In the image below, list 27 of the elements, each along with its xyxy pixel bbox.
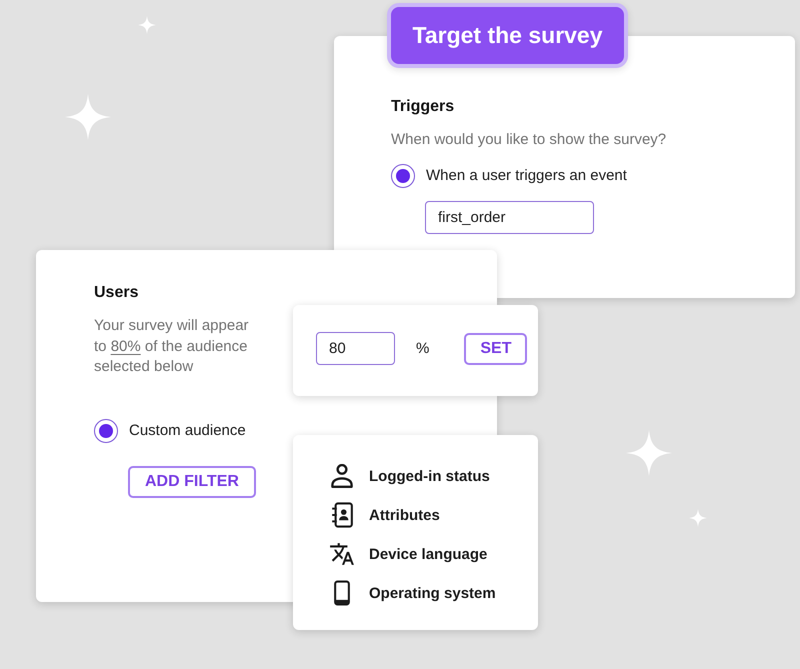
sparkle-icon: [689, 509, 707, 527]
description-text: Your survey will appear to 80% of the audience selected below: [94, 316, 250, 377]
menu-item[interactable]: Attributes: [369, 506, 440, 524]
menu-item[interactable]: Logged-in status: [369, 468, 490, 484]
sparkle-icon: [626, 430, 672, 476]
smartphone-icon: [334, 580, 350, 606]
percent-field[interactable]: 80: [316, 332, 395, 365]
question-text: When would you like to show the survey?: [391, 130, 666, 150]
radio-label: When a user triggers an event: [426, 167, 627, 184]
person-icon: [331, 464, 353, 488]
title-badge: Target the survey: [387, 3, 628, 68]
section-heading: Triggers: [391, 97, 454, 117]
add-filter-button[interactable]: ADD FILTER: [128, 466, 256, 498]
sparkle-icon: [65, 94, 111, 140]
menu-item[interactable]: Operating system: [369, 584, 496, 602]
set-button[interactable]: SET: [464, 332, 528, 364]
section-heading: Users: [94, 283, 138, 303]
radio-label: Custom audience: [129, 422, 246, 439]
event-field[interactable]: first_order: [425, 200, 594, 234]
percent-unit: %: [416, 340, 430, 357]
percent-link[interactable]: 80%: [110, 338, 141, 354]
radio-button[interactable]: [94, 418, 118, 442]
sparkle-icon: [138, 16, 156, 34]
translate-icon: [329, 540, 355, 568]
radio-button[interactable]: [391, 164, 415, 188]
menu-item[interactable]: Device language: [369, 546, 488, 562]
contact-book-icon: [331, 502, 353, 528]
